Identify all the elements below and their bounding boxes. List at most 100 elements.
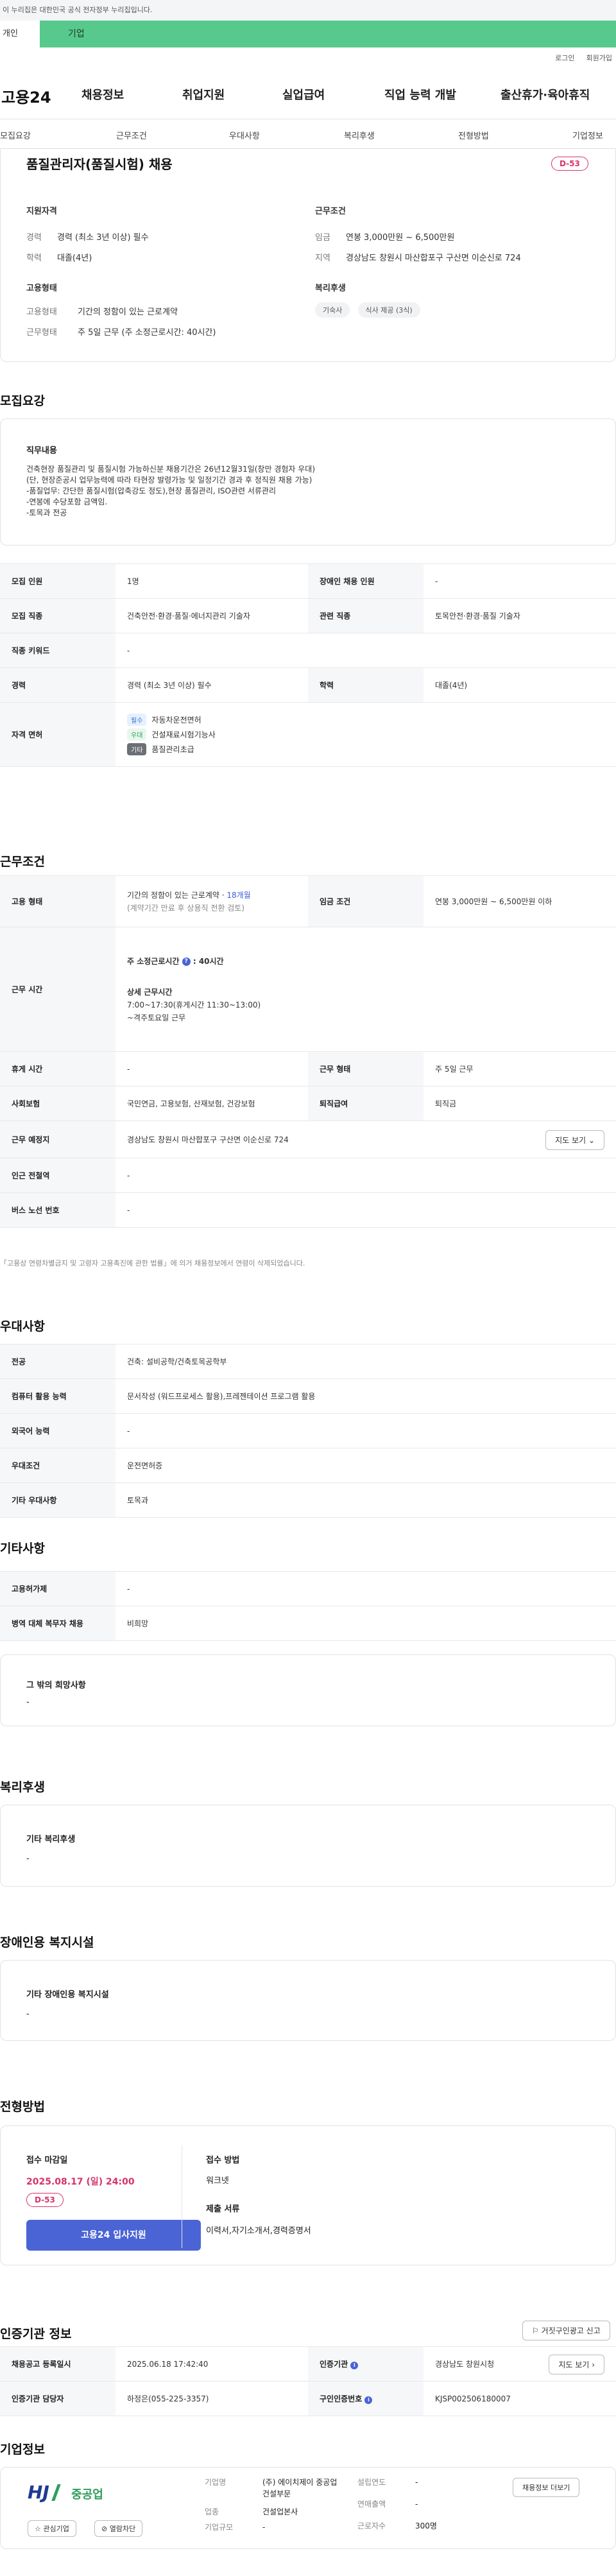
facility-box: 기타 장애인용 복지시설 - — [0, 1960, 616, 2041]
chevron-down-icon: ⌄ — [588, 1136, 595, 1145]
summary-card: 품질관리자(품질시험) 채용 D-53 지원자격 경력 경력 (최소 3년 이상)… — [0, 149, 616, 362]
table-row: 근무 시간 주 소정근로시간 ? : 40시간 상세 근무시간 7:00~17:… — [0, 927, 616, 1052]
duty-title: 직무내용 — [26, 446, 57, 456]
etc-section: 기타사항 고용허가제 - 병역 대체 복무자 채용 비희망 그 밖의 희망사항 - — [0, 1536, 616, 1730]
deadline-value: 2025.08.17 (일) 24:00 — [26, 2177, 135, 2187]
field-value: (주) 에이치제이 중공업 건설부문 — [262, 2478, 338, 2498]
cell-label: 사회보험 — [0, 1086, 116, 1121]
cell-label: 병역 대체 복무자 채용 — [0, 1606, 116, 1641]
recruit-section: 모집요강 직무내용 건축현장 품질관리 및 품질시험 가능하신분 채용기간은 2… — [0, 362, 616, 824]
preference-section: 우대사항 전공 건축: 설비공학/건축토목공학부 컴퓨터 활용 능력 문서작성 (워… — [0, 1280, 616, 1536]
job-title: 품질관리자(품질시험) 채용 — [26, 157, 173, 172]
emp-type-text: 기간의 정함이 있는 근로계약 · — [127, 890, 227, 900]
signup-link[interactable]: 회원가입 — [586, 53, 612, 63]
cell-label: 외국어 능력 — [0, 1413, 116, 1448]
tab-company[interactable]: 기업 — [40, 21, 616, 47]
agency-value: 경상남도 창원시청 — [435, 2360, 495, 2369]
qualification-block: 지원자격 경력 경력 (최소 3년 이상) 필수 학력 대졸(4년) — [26, 204, 283, 271]
preference-table: 전공 건축: 설비공학/건축토목공학부 컴퓨터 활용 능력 문서작성 (워드프로세스… — [0, 1344, 616, 1518]
cell-label: 관련 직종 — [308, 598, 424, 633]
table-row: 근무 예정지 경상남도 창원시 마산합포구 구산면 이순신로 724 지도 보기… — [0, 1121, 616, 1158]
etc-box: 그 밖의 희망사항 - — [0, 1654, 616, 1726]
info-icon[interactable]: i — [350, 2362, 359, 2369]
snb-preference[interactable]: 우대사항 — [229, 129, 260, 141]
emp-note: (계약기간 만료 후 상용직 전환 검토) — [127, 903, 244, 913]
snb-company[interactable]: 기업정보 — [572, 129, 603, 141]
cell-label: 버스 노선 번호 — [0, 1192, 116, 1228]
block-button-label: 열람차단 — [109, 2525, 136, 2533]
gnb-vocational-training[interactable]: 직업 능력 개발 — [384, 86, 456, 103]
info-icon[interactable]: ? — [182, 957, 191, 966]
facility-heading: 장애인용 복지시설 — [0, 1936, 94, 1950]
cell-label: 학력 — [308, 667, 424, 703]
cell-value: 대졸(4년) — [424, 667, 616, 703]
apply-button[interactable]: 고용24 입사지원 — [26, 2220, 201, 2251]
section-nav: 모집요강 근무조건 우대사항 복리후생 전형방법 기업정보 — [0, 119, 616, 149]
table-row: 버스 노선 번호 - — [0, 1192, 616, 1228]
facility-box-value: - — [26, 2009, 30, 2019]
gnb-jobs[interactable]: 채용정보 — [81, 86, 124, 103]
gov-notice: 이 누리집은 대한민국 공식 전자정부 누리집입니다. — [0, 0, 616, 21]
snb-recruit[interactable]: 모집요강 — [0, 129, 31, 141]
snb-process[interactable]: 전형방법 — [458, 129, 489, 141]
gnb-unemployment-benefit[interactable]: 실업급여 — [282, 86, 325, 103]
cell-label: 인근 전철역 — [0, 1158, 116, 1193]
company-jobs-button[interactable]: 채용정보 더보기 — [513, 2478, 580, 2497]
cell-label: 자격 면허 — [0, 702, 116, 767]
field-label: 연매출액 — [357, 2500, 386, 2509]
snb-welfare[interactable]: 복리후생 — [344, 129, 375, 141]
cell-value: - — [116, 633, 616, 668]
block-button[interactable]: ⊘ 열람차단 — [94, 2520, 143, 2537]
preference-heading: 우대사항 — [0, 1319, 45, 1334]
table-row: 모집 인원 1명 장애인 채용 인원 - — [0, 563, 616, 599]
cell-label: 고용허가제 — [0, 1571, 116, 1606]
cell-value: 경상남도 창원시 마산합포구 구산면 이순신로 724 지도 보기 ⌄ — [116, 1121, 616, 1158]
emp-months: 18개월 — [227, 890, 251, 900]
employment-title: 고용형태 — [26, 284, 57, 293]
cell-value: 국민연금, 고용보험, 산재보험, 건강보험 — [116, 1086, 308, 1121]
welfare-summary-block: 복리후생 기숙사 식사 제공 (3식) — [315, 281, 604, 318]
cell-label: 기타 우대사항 — [0, 1482, 116, 1518]
duty-box: 직무내용 건축현장 품질관리 및 품질시험 가능하신분 채용기간은 26년12월… — [0, 418, 616, 545]
report-icon: ⚐ — [532, 2326, 539, 2335]
condition-block: 근무조건 임금 연봉 3,000만원 ~ 6,500만원 지역 경상남도 창원시 마… — [315, 204, 604, 271]
cell-label: 전공 — [0, 1344, 116, 1379]
field-label: 설립연도 — [357, 2478, 386, 2487]
process-card: 접수 마감일 2025.08.17 (일) 24:00 D-53 고용24 입사… — [0, 2125, 616, 2265]
report-button[interactable]: ⚐ 거짓구인광고 신고 — [522, 2321, 610, 2340]
field-label: 근로자수 — [357, 2521, 386, 2530]
cell-value: 토목과 — [116, 1482, 616, 1518]
hours-extra: ~격주토요일 근무 — [127, 1013, 186, 1022]
duty-line: -연봉에 수당포함 금액임. — [26, 497, 108, 506]
tab-individual[interactable]: 개인 — [0, 21, 40, 47]
employment-block: 고용형태 고용형태 기간의 정함이 있는 근로계약 근무형태 주 5일 근무 (주 … — [26, 281, 283, 346]
site-logo[interactable]: 고용24 — [0, 85, 77, 107]
company-card: HJ 중공업 ☆ 관심기업 ⊘ 열람차단 기업명 (주) 에이치제이 중공업 건설… — [0, 2467, 616, 2549]
gnb-maternity-leave[interactable]: 출산휴가·육아휴직 — [501, 86, 590, 103]
agency-map-button[interactable]: 지도 보기 › — [549, 2355, 604, 2374]
interest-button[interactable]: ☆ 관심기업 — [28, 2520, 76, 2537]
cell-label: 휴게 시간 — [0, 1051, 116, 1086]
cell-value: 2025.06.18 17:42:40 — [116, 2346, 308, 2382]
emp-type-label: 고용형태 — [26, 307, 57, 317]
summary-area: 품질관리자(품질시험) 채용 D-53 지원자격 경력 경력 (최소 3년 이상)… — [0, 149, 616, 362]
duty-line: (단, 현장준공시 업무능력에 따라 타현장 발령가능 및 일정기간 경과 후 … — [26, 476, 312, 485]
login-link[interactable]: 로그인 — [555, 53, 574, 63]
cell-value: 문서작성 (워드프로세스 활용),프레젠테이션 프로그램 활용 — [116, 1378, 616, 1414]
cell-label: 근무 형태 — [308, 1051, 424, 1086]
gnb-employment-support[interactable]: 취업지원 — [182, 86, 225, 103]
license-list: 필수 자동차운전면허 우대 건설재료시험기능사 기타 품질관리초급 — [116, 702, 616, 767]
table-row: 기타 우대사항 토목과 — [0, 1482, 616, 1518]
cell-value: 경력 (최소 3년 이상) 필수 — [116, 667, 308, 703]
qual-career-label: 경력 — [26, 233, 42, 243]
hours-cell: 주 소정근로시간 ? : 40시간 상세 근무시간 7:00~17:30(휴게시… — [116, 927, 616, 1052]
condition-section: 근무조건 고용 형태 기간의 정함이 있는 근로계약 · 18개월 (계약기간 … — [0, 824, 616, 1280]
table-row: 고용허가제 - — [0, 1571, 616, 1606]
process-section: 전형방법 접수 마감일 2025.08.17 (일) 24:00 D-53 고용… — [0, 2048, 616, 2267]
field-value: - — [415, 2500, 418, 2509]
cell-label: 장애인 채용 인원 — [308, 563, 424, 599]
snb-condition[interactable]: 근무조건 — [116, 129, 147, 141]
map-button[interactable]: 지도 보기 ⌄ — [545, 1130, 604, 1150]
cell-value: 건축: 설비공학/건축토목공학부 — [116, 1344, 616, 1379]
field-value: - — [415, 2478, 418, 2487]
